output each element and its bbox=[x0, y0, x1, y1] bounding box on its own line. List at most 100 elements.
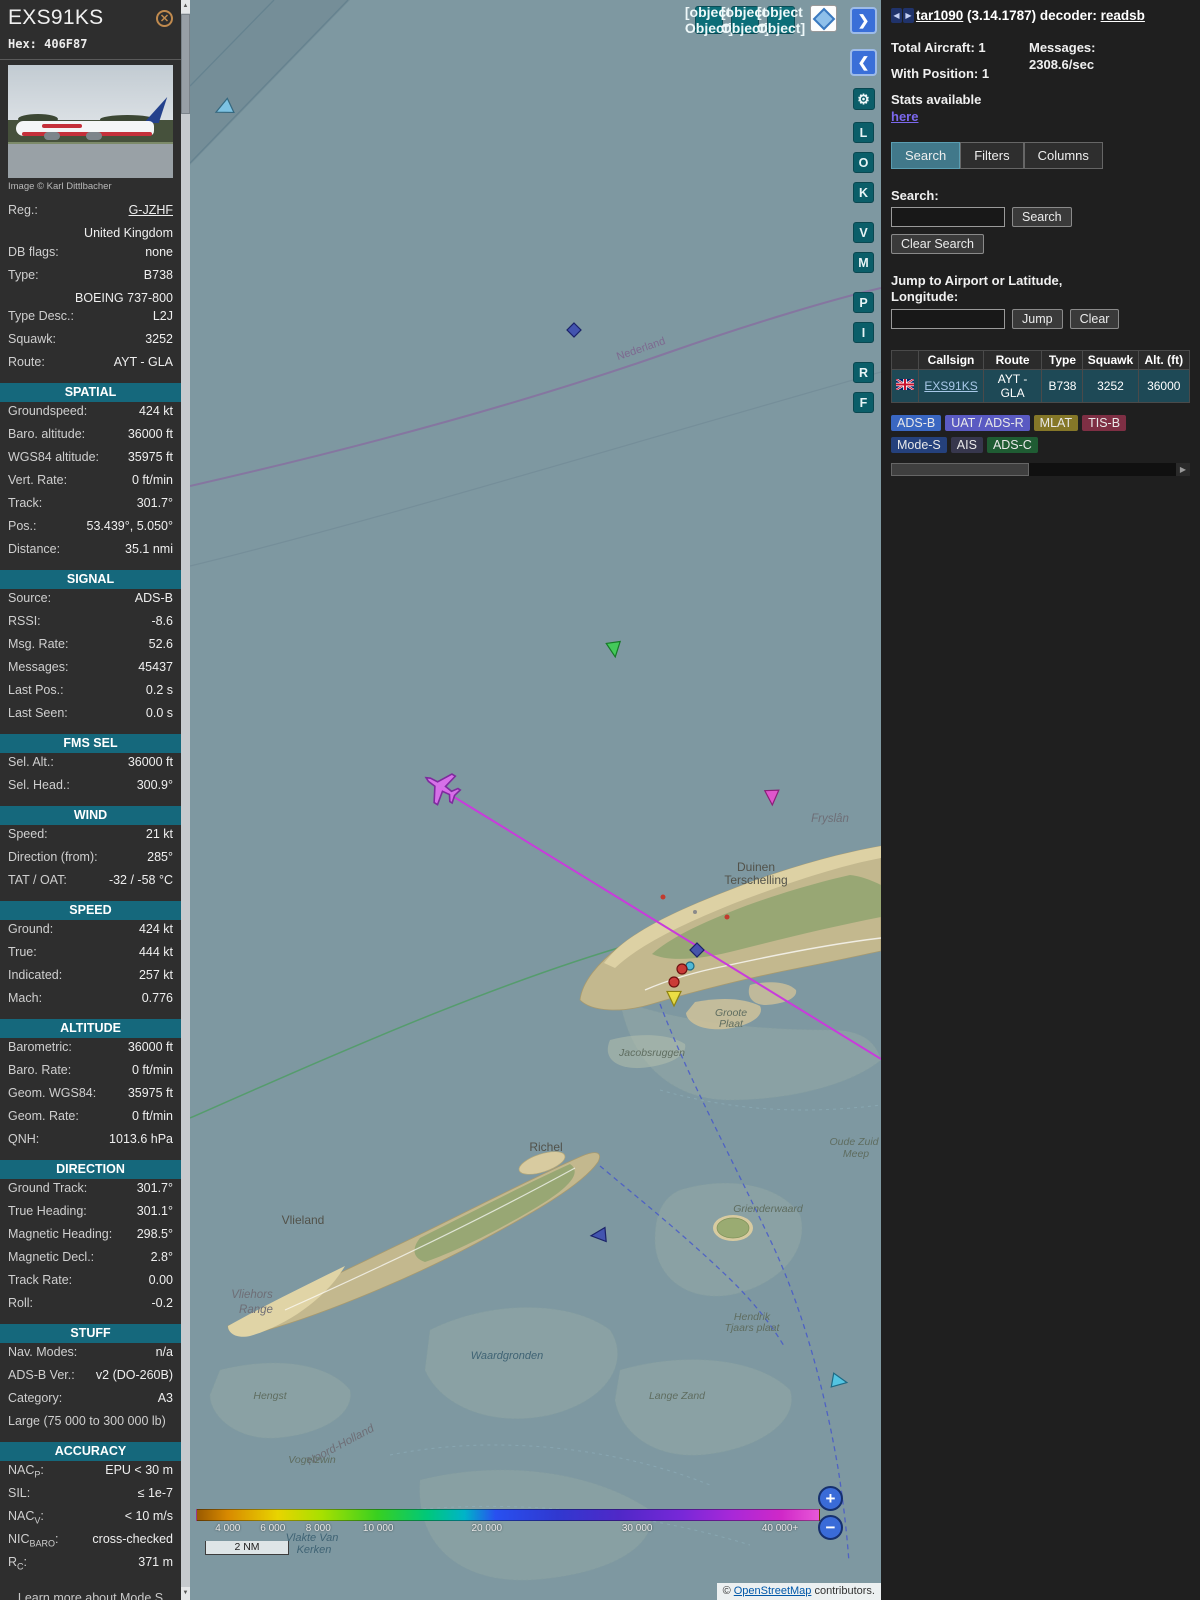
panel-horizontal-scrollbar[interactable]: ▶ bbox=[891, 463, 1190, 476]
scroll-down-icon[interactable]: ▼ bbox=[181, 1587, 190, 1600]
stats-available: Stats available bbox=[891, 91, 1029, 108]
data-row: Category: A3 bbox=[0, 1389, 181, 1412]
data-row-label: Msg. Rate: bbox=[8, 635, 68, 658]
collapse-panel-button[interactable]: ❮ bbox=[850, 49, 877, 76]
layers-button[interactable] bbox=[810, 5, 837, 32]
data-row-label: Ground Track: bbox=[8, 1179, 87, 1202]
search-input[interactable] bbox=[891, 207, 1005, 227]
map-option-button[interactable]: F bbox=[853, 392, 874, 413]
filter-chip[interactable]: UAT / ADS-R bbox=[945, 415, 1029, 431]
map-toggle-button[interactable]: [object Object] bbox=[695, 6, 723, 34]
map-toggle-button[interactable]: [object Object] bbox=[731, 6, 759, 34]
callsign-cell[interactable]: EXS91KS bbox=[919, 370, 983, 403]
jump-clear-button[interactable]: Clear bbox=[1070, 309, 1120, 329]
data-row-label: QNH: bbox=[8, 1130, 39, 1153]
scrollbar-thumb[interactable] bbox=[891, 463, 1029, 476]
map-toggle-button[interactable]: [object Object] bbox=[767, 6, 795, 34]
tar1090-link[interactable]: tar1090 bbox=[916, 8, 963, 23]
route-column-header[interactable]: Route bbox=[983, 351, 1042, 370]
photo-credit: Image © Karl Dittlbacher bbox=[8, 181, 173, 192]
map-option-button[interactable]: V bbox=[853, 222, 874, 243]
clear-search-button[interactable]: Clear Search bbox=[891, 234, 984, 254]
filter-chip[interactable]: MLAT bbox=[1034, 415, 1078, 431]
table-row[interactable]: EXS91KS AYT - GLA B738 3252 36000 bbox=[892, 370, 1190, 403]
panel-tabs: SearchFiltersColumns bbox=[891, 142, 1190, 169]
data-row-label: Mach: bbox=[8, 989, 42, 1012]
data-row-value: 1013.6 hPa bbox=[109, 1130, 173, 1149]
data-row-value: 36000 ft bbox=[128, 1038, 173, 1057]
aircraft-photo[interactable] bbox=[8, 65, 173, 178]
map-option-button[interactable]: O bbox=[853, 152, 874, 173]
map-canvas[interactable]: NederlandFryslânDuinenTerschellingGroote… bbox=[190, 0, 881, 1600]
data-row: True: 444 kt bbox=[0, 943, 181, 966]
section-speed: Ground: 424 kt True: 444 kt Indicated: 2… bbox=[0, 920, 181, 1012]
aircraft-marker[interactable] bbox=[677, 964, 687, 974]
jump-input[interactable] bbox=[891, 309, 1005, 329]
data-row-label: NACV: bbox=[8, 1507, 44, 1530]
data-row-value: 0.2 s bbox=[146, 681, 173, 700]
data-row: Route: AYT - GLA bbox=[0, 353, 181, 376]
zoom-in-button[interactable]: + bbox=[818, 1486, 843, 1511]
section-header-wind: WIND bbox=[0, 806, 181, 825]
map-option-button[interactable]: L bbox=[853, 122, 874, 143]
map-option-button[interactable]: P bbox=[853, 292, 874, 313]
data-row-value: 45437 bbox=[138, 658, 173, 677]
osm-link[interactable]: OpenStreetMap bbox=[734, 1585, 812, 1597]
data-row-value: 21 kt bbox=[146, 825, 173, 844]
map-option-button[interactable]: R bbox=[853, 362, 874, 383]
data-row: Indicated: 257 kt bbox=[0, 966, 181, 989]
data-row-label: Pos.: bbox=[8, 517, 37, 540]
data-row-label: RC: bbox=[8, 1553, 27, 1576]
legend-tick: 30 000 bbox=[622, 1523, 653, 1534]
panel-tab[interactable]: Filters bbox=[960, 142, 1023, 169]
filter-chip[interactable]: Mode-S bbox=[891, 437, 947, 453]
alt-column-header[interactable]: Alt. (ft) bbox=[1138, 351, 1189, 370]
data-row-value: 424 kt bbox=[139, 920, 173, 939]
data-row-label: Last Pos.: bbox=[8, 681, 64, 704]
panel-right-arrow-icon[interactable]: ▶ bbox=[903, 8, 914, 23]
filter-chip[interactable]: TIS-B bbox=[1082, 415, 1126, 431]
filter-chip[interactable]: ADS-B bbox=[891, 415, 941, 431]
data-row: Groundspeed: 424 kt bbox=[0, 402, 181, 425]
data-row: Geom. WGS84: 35975 ft bbox=[0, 1084, 181, 1107]
jump-label: Jump to Airport or Latitude, Longitude: bbox=[891, 273, 1113, 305]
callsign-column-header[interactable]: Callsign bbox=[919, 351, 983, 370]
map-label: Vogelzwin bbox=[288, 1454, 336, 1466]
map-option-button[interactable]: I bbox=[853, 322, 874, 343]
aircraft-marker[interactable] bbox=[669, 977, 679, 987]
panel-tab[interactable]: Search bbox=[891, 142, 960, 169]
filter-chip[interactable]: AIS bbox=[951, 437, 983, 453]
scale-bar: 2 NM bbox=[205, 1541, 289, 1555]
gear-icon[interactable]: ⚙ bbox=[853, 88, 875, 110]
readsb-link[interactable]: readsb bbox=[1101, 8, 1145, 23]
close-icon[interactable]: ✕ bbox=[156, 10, 173, 27]
data-row-value: EPU < 30 m bbox=[105, 1461, 173, 1480]
type-column-header[interactable]: Type bbox=[1042, 351, 1083, 370]
map-label: Duinen bbox=[737, 860, 775, 874]
hex-code: Hex: 406F87 bbox=[8, 37, 173, 51]
data-row-value: 301.7° bbox=[137, 494, 173, 513]
divider bbox=[0, 59, 181, 60]
map-option-button[interactable]: M bbox=[853, 252, 874, 273]
filter-chip[interactable]: ADS-C bbox=[987, 437, 1038, 453]
flag-column-header[interactable] bbox=[892, 351, 919, 370]
map-label: Range bbox=[239, 1304, 273, 1316]
search-button[interactable]: Search bbox=[1012, 207, 1072, 227]
scroll-right-icon[interactable]: ▶ bbox=[1176, 463, 1190, 476]
map-option-button[interactable]: K bbox=[853, 182, 874, 203]
data-row-value: 2.8° bbox=[151, 1248, 173, 1267]
legend-tick: 10 000 bbox=[363, 1523, 394, 1534]
panel-tab[interactable]: Columns bbox=[1024, 142, 1103, 169]
scroll-up-icon[interactable]: ▲ bbox=[181, 0, 190, 13]
squawk-column-header[interactable]: Squawk bbox=[1083, 351, 1138, 370]
section-header-fms-sel: FMS SEL bbox=[0, 734, 181, 753]
stats-here-link[interactable]: here bbox=[891, 109, 918, 124]
scrollbar-thumb[interactable] bbox=[181, 14, 190, 114]
zoom-out-button[interactable]: − bbox=[818, 1515, 843, 1540]
sidebar-scrollbar[interactable]: ▲ ▼ bbox=[181, 0, 190, 1600]
jump-button[interactable]: Jump bbox=[1012, 309, 1063, 329]
panel-left-arrow-icon[interactable]: ◀ bbox=[891, 8, 902, 23]
map[interactable]: NederlandFryslânDuinenTerschellingGroote… bbox=[190, 0, 881, 1600]
expand-panel-button[interactable]: ❯ bbox=[850, 7, 877, 34]
panel-header: ◀ ▶ tar1090 (3.14.1787) decoder: readsb bbox=[891, 8, 1190, 23]
